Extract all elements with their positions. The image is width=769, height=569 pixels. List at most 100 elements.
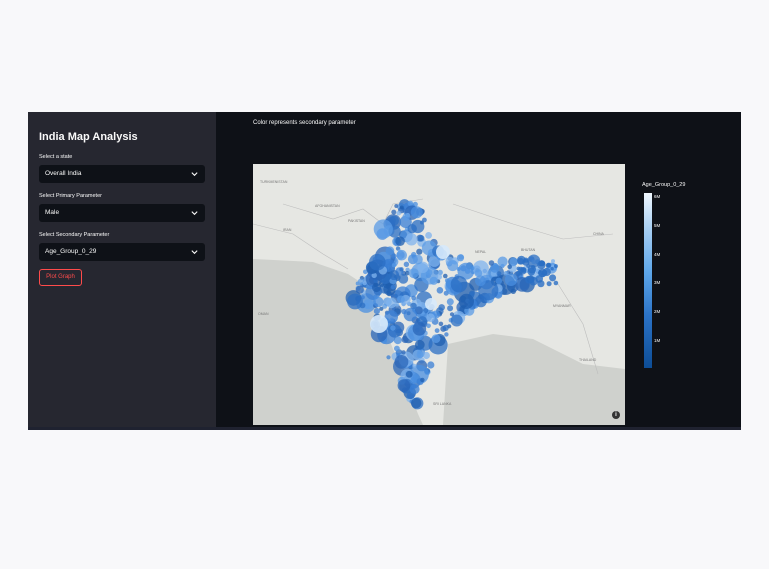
map-bubble[interactable] (431, 334, 441, 343)
map-bubble[interactable] (516, 266, 521, 271)
map-bubble[interactable] (526, 264, 530, 268)
map-bubble[interactable] (391, 263, 396, 268)
map-bubble[interactable] (396, 249, 407, 261)
map-bubble[interactable] (446, 298, 454, 306)
plot-graph-button[interactable]: Plot Graph (39, 269, 82, 286)
map-bubble[interactable] (408, 268, 419, 279)
map-bubble[interactable] (551, 259, 555, 264)
map-bubble[interactable] (414, 339, 425, 350)
map-bubble[interactable] (539, 260, 546, 267)
state-select[interactable]: Overall India (39, 165, 205, 183)
map-bubble[interactable] (438, 321, 444, 327)
map-bubble[interactable] (456, 254, 465, 262)
map-bubble[interactable] (449, 312, 455, 317)
map-bubble[interactable] (538, 270, 544, 276)
map-bubble[interactable] (447, 260, 459, 272)
map-bubble[interactable] (442, 324, 449, 331)
map-bubble[interactable] (395, 236, 405, 246)
map-bubble[interactable] (386, 297, 397, 309)
map-bubble[interactable] (524, 275, 533, 284)
map-bubble[interactable] (389, 270, 400, 281)
map-bubble[interactable] (393, 293, 398, 298)
map-bubble[interactable] (436, 287, 444, 294)
map-bubble[interactable] (417, 349, 422, 354)
map-bubble[interactable] (493, 263, 498, 268)
map-bubble[interactable] (407, 200, 414, 207)
map-bubble[interactable] (405, 233, 418, 246)
map-bubble[interactable] (510, 288, 516, 294)
map-bubble[interactable] (434, 328, 440, 333)
map-bubble[interactable] (373, 219, 393, 239)
map-bubble[interactable] (464, 268, 471, 274)
map-bubble[interactable] (420, 377, 425, 383)
map-bubble[interactable] (391, 253, 397, 259)
map-bubble[interactable] (369, 253, 386, 271)
map-bubble[interactable] (425, 232, 432, 239)
map-bubble[interactable] (411, 251, 417, 258)
map-bubble[interactable] (436, 274, 442, 280)
map-bubble[interactable] (373, 296, 384, 308)
map-bubble[interactable] (546, 262, 552, 268)
map-bubble[interactable] (550, 266, 554, 271)
secondary-select[interactable]: Age_Group_0_29 (39, 243, 205, 261)
map-bubble[interactable] (427, 361, 435, 369)
map-bubble[interactable] (546, 281, 552, 287)
map-bubble[interactable] (412, 322, 427, 336)
map-bubble[interactable] (390, 284, 396, 290)
map-bubble[interactable] (373, 308, 380, 315)
map-bubble[interactable] (396, 210, 401, 216)
map-bubble[interactable] (399, 205, 404, 210)
map-bubble[interactable] (495, 277, 503, 285)
map-bubble[interactable] (362, 281, 367, 286)
map-plot[interactable]: TURKMENISTAN AFGHANISTAN IRAN PAKISTAN N… (253, 164, 625, 425)
map-bubble[interactable] (496, 271, 502, 276)
map-bubble[interactable] (391, 209, 397, 215)
map-bubble[interactable] (410, 206, 423, 219)
map-bubble[interactable] (390, 325, 396, 331)
map-bubble[interactable] (537, 280, 545, 288)
info-icon[interactable]: i (612, 411, 620, 419)
map-bubble[interactable] (470, 266, 475, 271)
map-bubble[interactable] (405, 370, 413, 378)
map-bubble[interactable] (475, 275, 486, 287)
map-bubble[interactable] (411, 295, 417, 301)
primary-select[interactable]: Male (39, 204, 205, 222)
map-bubble[interactable] (438, 304, 445, 311)
map-bubble[interactable] (401, 350, 406, 355)
map-bubble[interactable] (370, 315, 388, 333)
map-bubble[interactable] (426, 313, 435, 322)
map-bubble[interactable] (417, 235, 425, 242)
map-bubble[interactable] (553, 280, 559, 286)
map-bubble[interactable] (504, 273, 518, 286)
map-bubble[interactable] (386, 355, 391, 360)
map-bubble[interactable] (549, 274, 557, 282)
map-bubble[interactable] (372, 283, 381, 293)
map-bubble[interactable] (447, 305, 454, 312)
map-bubble[interactable] (359, 302, 366, 309)
map-bubble[interactable] (474, 269, 483, 277)
map-bubble[interactable] (402, 213, 410, 221)
map-bubble[interactable] (553, 264, 558, 269)
map-bubble[interactable] (436, 245, 450, 259)
map-bubble[interactable] (394, 204, 399, 208)
map-bubble[interactable] (422, 351, 430, 360)
map-bubble[interactable] (409, 384, 420, 395)
map-bubble[interactable] (443, 273, 448, 279)
map-bubble[interactable] (444, 278, 450, 283)
map-bubble[interactable] (425, 298, 437, 310)
map-bubble[interactable] (410, 377, 417, 384)
map-bubble[interactable] (397, 379, 411, 392)
map-bubble[interactable] (416, 248, 423, 255)
map-bubble[interactable] (397, 295, 405, 304)
map-bubble[interactable] (426, 323, 431, 329)
map-bubble[interactable] (394, 355, 409, 369)
map-bubble[interactable] (444, 332, 449, 337)
map-bubble[interactable] (399, 267, 404, 272)
map-bubble[interactable] (407, 224, 417, 234)
map-bubble[interactable] (394, 345, 400, 352)
map-bubble[interactable] (497, 256, 508, 267)
map-bubble[interactable] (411, 397, 422, 409)
map-bubble[interactable] (355, 285, 364, 294)
map-bubble[interactable] (450, 275, 468, 293)
map-bubble[interactable] (398, 274, 409, 284)
